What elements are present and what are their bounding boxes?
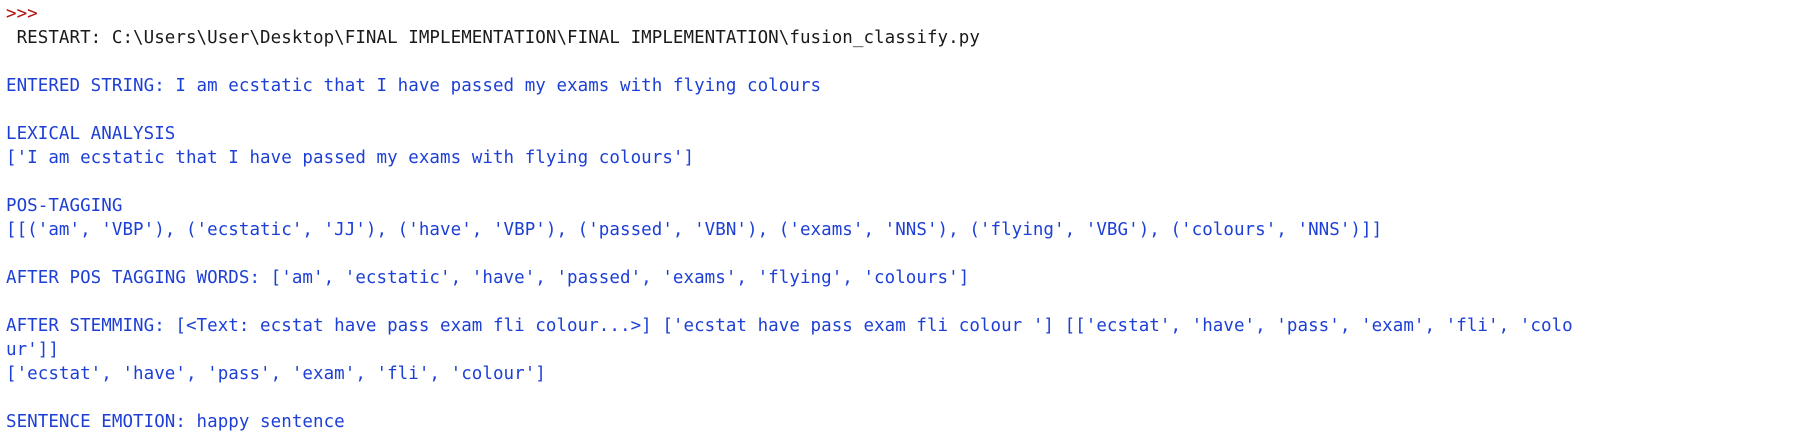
restart-line: RESTART: C:\Users\User\Desktop\FINAL IMP… xyxy=(6,28,980,48)
lexical-analysis-heading: LEXICAL ANALYSIS xyxy=(6,124,176,144)
lexical-analysis-value: ['I am ecstatic that I have passed my ex… xyxy=(6,148,695,168)
pos-tagging-heading: POS-TAGGING xyxy=(6,196,123,216)
entered-string-line: ENTERED STRING: I am ecstatic that I hav… xyxy=(6,76,822,96)
stemmed-words-line: ['ecstat', 'have', 'pass', 'exam', 'fli'… xyxy=(6,364,546,384)
python-shell-output[interactable]: >>> RESTART: C:\Users\User\Desktop\FINAL… xyxy=(0,0,1793,441)
after-pos-tagging-line: AFTER POS TAGGING WORDS: ['am', 'ecstati… xyxy=(6,268,970,288)
after-stemming-wrap: ur']] xyxy=(6,340,59,360)
after-stemming-line: AFTER STEMMING: [<Text: ecstat have pass… xyxy=(6,316,1573,336)
sentence-emotion-line: SENTENCE EMOTION: happy sentence xyxy=(6,412,345,432)
pos-tagging-value: [[('am', 'VBP'), ('ecstatic', 'JJ'), ('h… xyxy=(6,220,1383,240)
shell-prompt: >>> xyxy=(6,4,38,24)
